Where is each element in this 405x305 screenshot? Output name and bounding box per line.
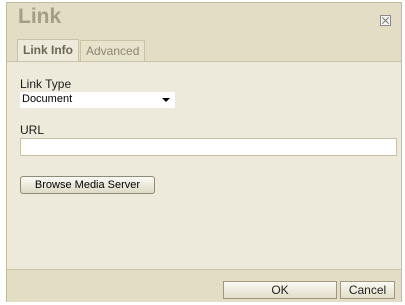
link-type-selected-value: Document — [22, 93, 73, 105]
link-type-label: Link Type — [20, 77, 72, 91]
chevron-down-icon — [162, 98, 170, 102]
url-input[interactable] — [20, 138, 397, 156]
dialog-footer: OK Cancel — [7, 269, 401, 302]
browse-media-server-button[interactable]: Browse Media Server — [20, 176, 155, 194]
link-type-select[interactable]: Document — [20, 92, 175, 108]
tab-advanced[interactable]: Advanced — [80, 40, 146, 62]
tab-link-info[interactable]: Link Info — [17, 39, 79, 62]
tab-bar: Link Info Advanced — [17, 39, 146, 62]
dialog-title: Link — [18, 5, 62, 28]
ok-button[interactable]: OK — [223, 281, 337, 299]
link-dialog: Link Link Info Advanced Link Type Docume… — [6, 2, 402, 302]
url-label: URL — [20, 123, 45, 137]
close-icon[interactable] — [380, 15, 391, 26]
cancel-button[interactable]: Cancel — [340, 281, 395, 299]
dialog-body: Link Type Document URL Browse Media Serv… — [7, 61, 401, 268]
